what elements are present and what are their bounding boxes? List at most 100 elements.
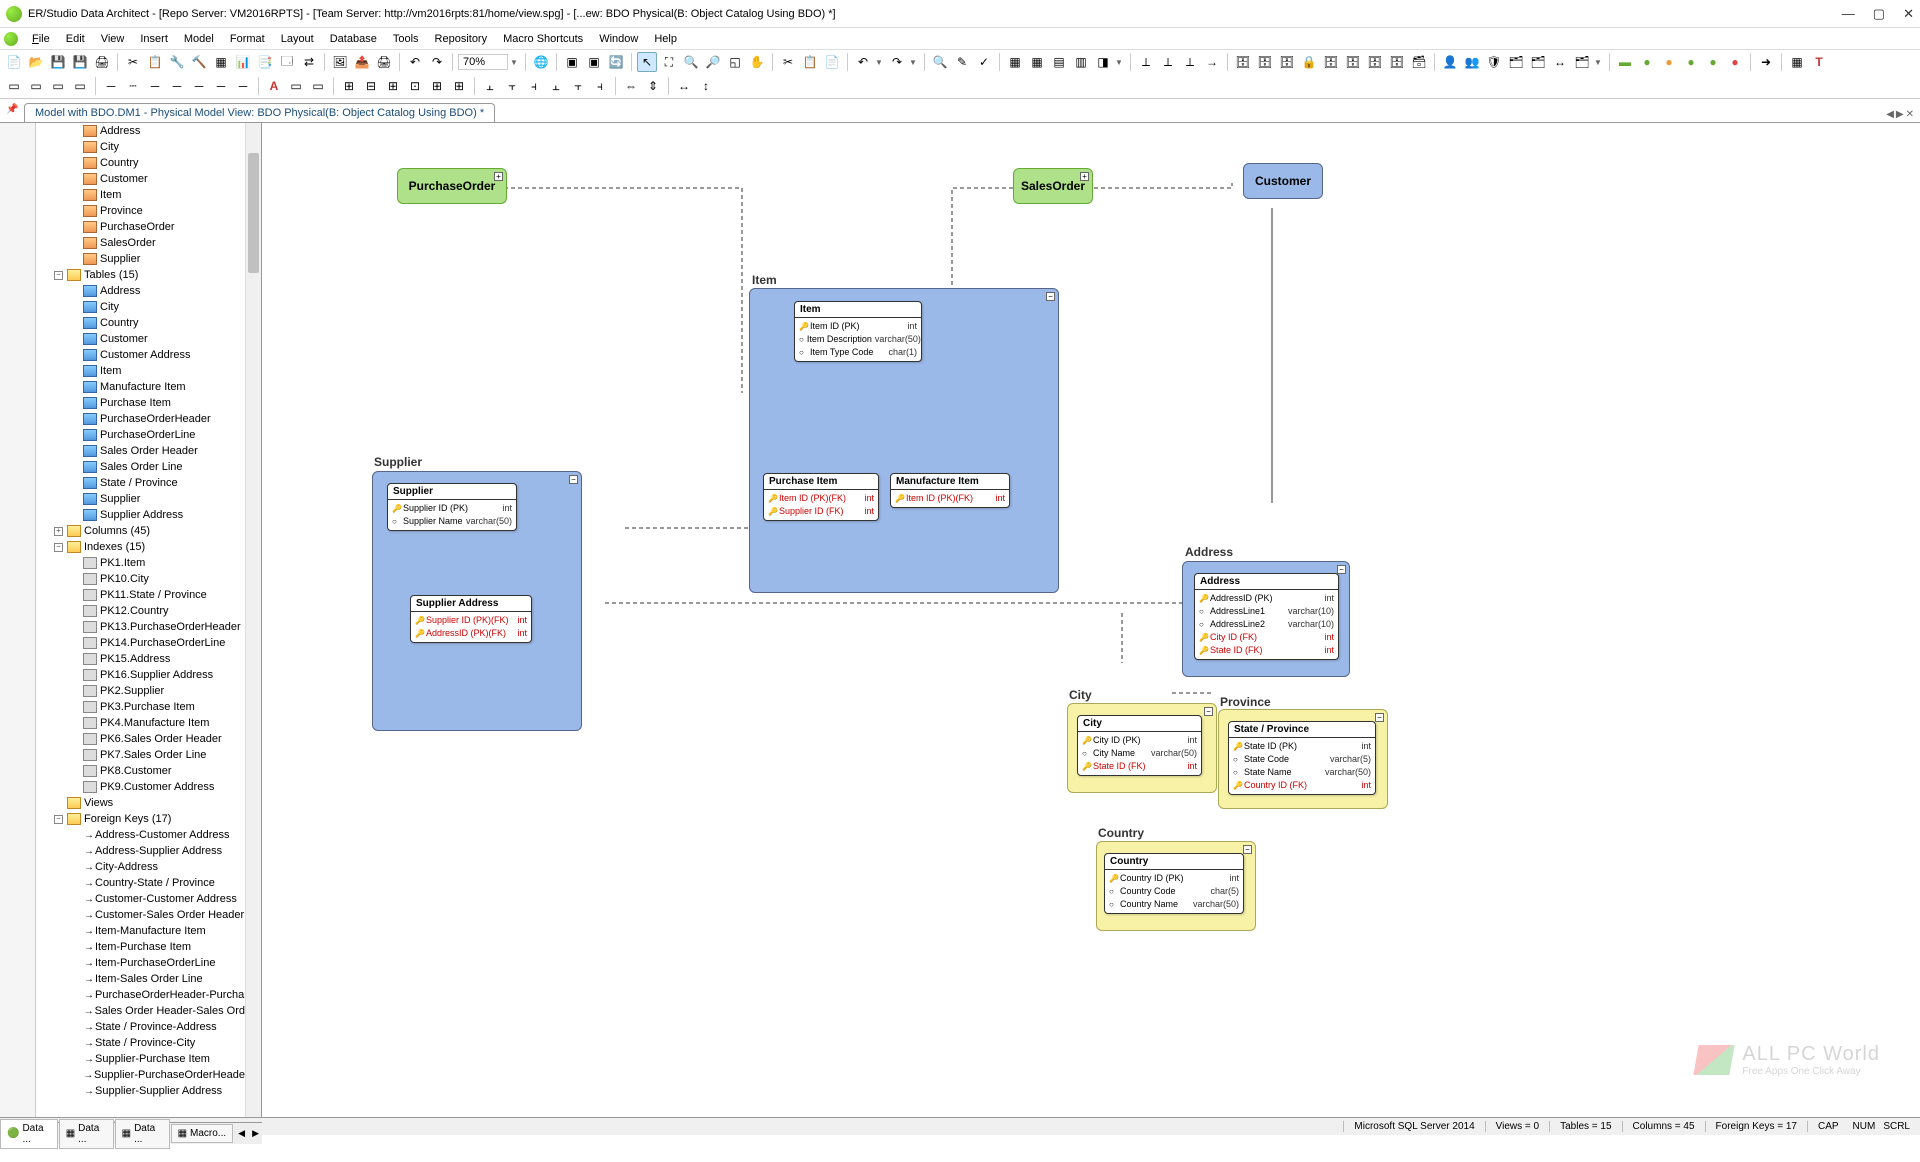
repo-icon-6[interactable]: 🗄: [1343, 52, 1363, 72]
tree-table-sales-order-line[interactable]: Sales Order Line: [36, 459, 245, 475]
cut-icon[interactable]: ✂: [123, 52, 143, 72]
column-row[interactable]: 🔑State ID (PK)int: [1233, 740, 1371, 753]
export-icon[interactable]: 📤: [352, 52, 372, 72]
image-icon[interactable]: 🖼: [330, 52, 350, 72]
diagram-canvas[interactable]: + PurchaseOrder + SalesOrder Customer It…: [262, 123, 1920, 1117]
zoom-input[interactable]: 70%: [458, 54, 508, 70]
column-row[interactable]: ○Item Descriptionvarchar(50): [799, 333, 917, 346]
cut2-icon[interactable]: ✂: [778, 52, 798, 72]
security-icon[interactable]: 🛡: [1484, 52, 1504, 72]
tree-index[interactable]: PK11.State / Province: [36, 587, 245, 603]
tree-tab-data-3[interactable]: ▦ Data ...: [115, 1119, 170, 1149]
tree-table-country[interactable]: Country: [36, 315, 245, 331]
tree-fk[interactable]: →Supplier-Purchase Item: [36, 1051, 245, 1067]
shape-circle-red-icon[interactable]: ●: [1725, 52, 1745, 72]
tree-fk[interactable]: →State / Province-City: [36, 1035, 245, 1051]
tab-prev-icon[interactable]: ◀: [1886, 109, 1894, 120]
column-row[interactable]: 🔑Country ID (PK)int: [1109, 872, 1239, 885]
tree-table-supplier[interactable]: Supplier: [36, 491, 245, 507]
tree-fk[interactable]: →Country-State / Province: [36, 875, 245, 891]
tree-table-city[interactable]: City: [36, 299, 245, 315]
repo-icon-9[interactable]: 🗃: [1409, 52, 1429, 72]
shape-circle-orange-icon[interactable]: ●: [1659, 52, 1679, 72]
arrow-icon[interactable]: ➜: [1756, 52, 1776, 72]
repo-icon-7[interactable]: 🗄: [1365, 52, 1385, 72]
tb-icon-e[interactable]: ◨: [1093, 52, 1113, 72]
text-obj-icon[interactable]: T: [1809, 52, 1829, 72]
undo-icon[interactable]: ↶: [405, 52, 425, 72]
rel-tool-1-icon[interactable]: ─: [101, 76, 121, 96]
align-left-icon[interactable]: ⫠: [480, 76, 500, 96]
close-button[interactable]: ✕: [1903, 6, 1914, 22]
save-icon[interactable]: 💾: [48, 52, 68, 72]
repo-icon-2[interactable]: 🗄: [1255, 52, 1275, 72]
menu-edit[interactable]: Edit: [58, 31, 93, 47]
tree-table-purchase-item[interactable]: Purchase Item: [36, 395, 245, 411]
menu-database[interactable]: Database: [322, 31, 385, 47]
repo-icon-3[interactable]: 🗄: [1277, 52, 1297, 72]
tree-entity-address[interactable]: Address: [36, 123, 245, 139]
column-row[interactable]: ○AddressLine1varchar(10): [1199, 605, 1334, 618]
entity-tool-icon[interactable]: ▭: [4, 76, 24, 96]
chart-icon[interactable]: 📊: [233, 52, 253, 72]
tree-index[interactable]: PK14.PurchaseOrderLine: [36, 635, 245, 651]
column-row[interactable]: 🔑Supplier ID (PK)int: [392, 502, 512, 515]
menu-tools[interactable]: Tools: [385, 31, 427, 47]
tree-index[interactable]: PK9.Customer Address: [36, 779, 245, 795]
tree-tables-folder[interactable]: −Tables (15): [36, 267, 245, 283]
obj-tool-icon[interactable]: ▭: [70, 76, 90, 96]
tree-fk[interactable]: →State / Province-Address: [36, 1019, 245, 1035]
tb-icon-c[interactable]: ▤: [1049, 52, 1069, 72]
column-row[interactable]: 🔑City ID (PK)int: [1082, 734, 1197, 747]
tree-table-purchaseorderheader[interactable]: PurchaseOrderHeader: [36, 411, 245, 427]
find-icon[interactable]: 🔍: [930, 52, 950, 72]
paste-icon[interactable]: 📄: [822, 52, 842, 72]
entity-supplier[interactable]: Supplier 🔑Supplier ID (PK)int○Supplier N…: [387, 483, 517, 531]
align-bottom-icon[interactable]: ⫞: [590, 76, 610, 96]
column-row[interactable]: 🔑Item ID (PK)(FK)int: [895, 492, 1005, 505]
entity-item[interactable]: Item 🔑Item ID (PK)int○Item Descriptionva…: [794, 301, 922, 362]
column-row[interactable]: 🔑AddressID (PK)int: [1199, 592, 1334, 605]
edit-icon[interactable]: ✎: [952, 52, 972, 72]
column-row[interactable]: ○Country Codechar(5): [1109, 885, 1239, 898]
entity-state[interactable]: State / Province 🔑State ID (PK)int○State…: [1228, 721, 1376, 795]
tree-table-sales-order-header[interactable]: Sales Order Header: [36, 443, 245, 459]
tree-fk[interactable]: →Item-PurchaseOrderLine: [36, 955, 245, 971]
collapse-icon[interactable]: −: [1243, 845, 1252, 854]
dist-h-icon[interactable]: ⇔: [621, 76, 641, 96]
ts-icon-2[interactable]: ▣: [584, 52, 604, 72]
align-center-icon[interactable]: ⫟: [502, 76, 522, 96]
menu-model[interactable]: Model: [176, 31, 222, 47]
minimize-button[interactable]: —: [1842, 6, 1855, 22]
tab-close-icon[interactable]: ✕: [1906, 109, 1914, 120]
align-right-icon[interactable]: ⫞: [524, 76, 544, 96]
window-icon[interactable]: 🗔: [277, 52, 297, 72]
copy2-icon[interactable]: 📋: [800, 52, 820, 72]
menu-view[interactable]: View: [93, 31, 133, 47]
tree-index[interactable]: PK10.City: [36, 571, 245, 587]
tree-fk[interactable]: →Sales Order Header-Sales Ord: [36, 1003, 245, 1019]
copy-icon[interactable]: 📋: [145, 52, 165, 72]
user-icon-1[interactable]: 👤: [1440, 52, 1460, 72]
tree-index[interactable]: PK16.Supplier Address: [36, 667, 245, 683]
new-icon[interactable]: 📄: [4, 52, 24, 72]
column-row[interactable]: 🔑Item ID (PK)(FK)int: [768, 492, 874, 505]
tb-icon-b[interactable]: ▦: [1027, 52, 1047, 72]
repo-icon-4[interactable]: 🔒: [1299, 52, 1319, 72]
rel-tool-6-icon[interactable]: ─: [211, 76, 231, 96]
tree-views-folder[interactable]: Views: [36, 795, 245, 811]
size-h-icon[interactable]: ↔: [674, 76, 694, 96]
column-row[interactable]: 🔑Supplier ID (PK)(FK)int: [415, 614, 527, 627]
tree-tab-prev-icon[interactable]: ◀: [235, 1128, 248, 1139]
entity-supplier-address[interactable]: Supplier Address 🔑Supplier ID (PK)(FK)in…: [410, 595, 532, 643]
entity-purchase-item[interactable]: Purchase Item 🔑Item ID (PK)(FK)int🔑Suppl…: [763, 473, 879, 521]
misc-icon-1[interactable]: 🗂: [1506, 52, 1526, 72]
spell-icon[interactable]: ✓: [974, 52, 994, 72]
view-tool-icon[interactable]: ▭: [48, 76, 68, 96]
layout-1-icon[interactable]: ⊞: [339, 76, 359, 96]
menu-help[interactable]: Help: [646, 31, 685, 47]
rel-icon-4[interactable]: →: [1202, 52, 1222, 72]
user-icon-2[interactable]: 👥: [1462, 52, 1482, 72]
tree-tab-next-icon[interactable]: ▶: [249, 1128, 262, 1139]
pin-icon[interactable]: 📌: [6, 104, 20, 118]
